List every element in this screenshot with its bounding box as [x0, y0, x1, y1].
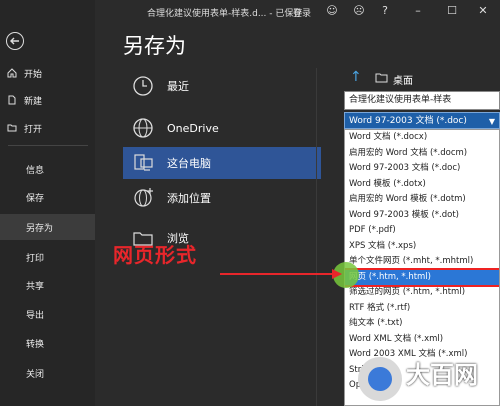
filetype-option[interactable]: 筛选过的网页 (*.htm, *.html)	[345, 285, 499, 301]
minimize-icon[interactable]: –	[411, 4, 425, 18]
nav-item-new[interactable]: 新建	[0, 89, 95, 111]
nav-item-share[interactable]: 共享	[0, 274, 95, 296]
clock-icon	[129, 74, 157, 98]
save-as-panel: 合理化建议使用表单-样表.d... - 已保存 登录 ☺ ☹ ? – ☐ ✕ 另…	[95, 0, 500, 406]
backstage-nav: 开始 新建 打开 信息 保存 另存为 打印 共享 导出 转换 关闭	[0, 0, 95, 406]
nav-label: 导出	[26, 310, 45, 321]
nav-label: 保存	[26, 193, 45, 204]
annotation-label: 网页形式	[113, 243, 197, 267]
nav-label: 开始	[24, 69, 43, 80]
nav-divider	[8, 145, 88, 146]
filetype-option[interactable]: Word 97-2003 文档 (*.doc)	[345, 161, 499, 177]
filetype-select[interactable]: Word 97-2003 文档 (*.doc) ▼	[344, 112, 500, 129]
filetype-option[interactable]: Word 模板 (*.dotx)	[345, 177, 499, 193]
filetype-option[interactable]: Word 文档 (*.docx)	[345, 130, 499, 146]
help-icon[interactable]: ?	[378, 4, 392, 18]
open-folder-icon	[7, 123, 17, 133]
nav-item-print[interactable]: 打印	[0, 246, 95, 268]
location-label: 这台电脑	[167, 157, 211, 170]
filetype-option[interactable]: RTF 格式 (*.rtf)	[345, 301, 499, 317]
nav-label: 打印	[26, 253, 45, 264]
frown-icon[interactable]: ☹	[352, 4, 366, 18]
nav-label: 信息	[26, 165, 45, 176]
new-doc-icon	[7, 95, 17, 105]
location-label: 添加位置	[167, 192, 211, 205]
watermark-url: www.big100.net	[416, 388, 497, 399]
nav-item-close[interactable]: 关闭	[0, 362, 95, 384]
location-label: OneDrive	[167, 121, 219, 135]
filetype-option[interactable]: Word 97-2003 模板 (*.dot)	[345, 208, 499, 224]
watermark-logo-icon	[358, 357, 402, 401]
nav-item-open[interactable]: 打开	[0, 117, 95, 139]
nav-item-save-as[interactable]: 另存为	[0, 214, 95, 240]
nav-label: 新建	[24, 96, 43, 107]
filetype-option[interactable]: 启用宏的 Word 模板 (*.dotm)	[345, 192, 499, 208]
nav-label: 打开	[24, 124, 43, 135]
back-arrow-icon[interactable]	[6, 32, 24, 50]
nav-item-home[interactable]: 开始	[0, 62, 95, 84]
pane-divider	[316, 68, 317, 406]
filetype-option[interactable]: Word XML 文档 (*.xml)	[345, 332, 499, 348]
filetype-option[interactable]: PDF (*.pdf)	[345, 223, 499, 239]
filetype-value: Word 97-2003 文档 (*.doc)	[349, 116, 467, 126]
location-label: 最近	[167, 80, 189, 93]
nav-label: 另存为	[26, 223, 54, 234]
filetype-option[interactable]: XPS 文档 (*.xps)	[345, 239, 499, 255]
nav-label: 转换	[26, 339, 45, 350]
close-icon[interactable]: ✕	[476, 4, 490, 18]
folder-icon	[375, 72, 388, 86]
location-this-pc[interactable]: 这台电脑	[123, 147, 321, 179]
location-recent[interactable]: 最近	[123, 70, 321, 102]
nav-label: 关闭	[26, 369, 45, 380]
filetype-option[interactable]: 纯文本 (*.txt)	[345, 316, 499, 332]
title-bar: 合理化建议使用表单-样表.d... - 已保存 登录 ☺ ☹ ? – ☐ ✕	[95, 0, 500, 24]
annotation-arrow	[220, 269, 342, 279]
filetype-option[interactable]: 单个文件网页 (*.mht, *.mhtml)	[345, 254, 499, 270]
filename-input[interactable]: 合理化建议使用表单-样表	[344, 91, 500, 110]
add-location-icon	[129, 186, 157, 210]
nav-item-info[interactable]: 信息	[0, 158, 95, 180]
document-title: 合理化建议使用表单-样表.d... - 已保存	[147, 9, 303, 19]
nav-item-save[interactable]: 保存	[0, 186, 95, 208]
computer-icon	[129, 151, 157, 175]
nav-label: 共享	[26, 281, 45, 292]
home-icon	[7, 68, 17, 78]
filetype-option[interactable]: 网页 (*.htm, *.html)	[345, 267, 499, 287]
up-arrow-icon[interactable]: ↑	[350, 69, 362, 85]
nav-item-convert[interactable]: 转换	[0, 332, 95, 354]
location-onedrive[interactable]: OneDrive	[123, 112, 321, 144]
watermark-text: 大百网	[406, 361, 478, 389]
current-folder[interactable]: 桌面	[393, 72, 413, 87]
globe-icon	[129, 116, 157, 140]
watermark: 大百网 www.big100.net	[358, 355, 500, 406]
chevron-down-icon: ▼	[488, 117, 495, 126]
filetype-option[interactable]: 启用宏的 Word 文档 (*.docm)	[345, 146, 499, 162]
page-title: 另存为	[123, 34, 186, 58]
maximize-icon[interactable]: ☐	[445, 4, 459, 18]
smiley-icon[interactable]: ☺	[325, 4, 339, 18]
login-link[interactable]: 登录	[293, 6, 311, 19]
nav-item-export[interactable]: 导出	[0, 303, 95, 325]
location-add-place[interactable]: 添加位置	[123, 182, 321, 214]
